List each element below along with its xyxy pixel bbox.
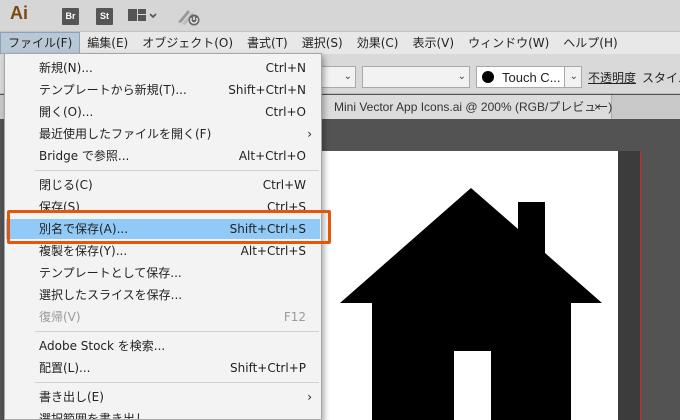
menu-item-save-copy[interactable]: 複製を保存(Y)... Alt+Ctrl+S xyxy=(6,241,320,261)
style-label[interactable]: スタイル xyxy=(642,69,680,86)
menu-view[interactable]: 表示(V) xyxy=(405,32,461,54)
submenu-arrow-icon: › xyxy=(307,390,312,404)
menu-item-label: テンプレートから新規(T)... xyxy=(39,83,187,97)
stock-button[interactable]: St xyxy=(96,8,113,25)
menu-item-search-adobe-stock[interactable]: Adobe Stock を検索... xyxy=(6,336,320,356)
menu-item-shortcut: Ctrl+W xyxy=(262,178,306,192)
menu-item-label: 書き出し(E) xyxy=(39,390,104,404)
application-bar: Ai Br St xyxy=(0,0,680,32)
menu-item-label: Bridge で参照... xyxy=(39,149,130,163)
menu-item-label: 最近使用したファイルを開く(F) xyxy=(39,127,212,141)
menu-item-save-selected-slices[interactable]: 選択したスライスを保存... xyxy=(6,285,320,305)
menu-item-label: 選択範囲を書き出し... xyxy=(39,412,159,420)
menu-edit[interactable]: 編集(E) xyxy=(80,32,135,54)
submenu-arrow-icon: › xyxy=(307,127,312,141)
menu-object[interactable]: オブジェクト(O) xyxy=(135,32,240,54)
menu-window[interactable]: ウィンドウ(W) xyxy=(461,32,556,54)
layout-grid-icon[interactable] xyxy=(128,8,158,27)
stroke-weight-select[interactable]: ⌄ xyxy=(318,66,356,88)
workspace-sync-icon[interactable] xyxy=(176,6,202,31)
menu-item-label: 新規(N)... xyxy=(39,61,93,75)
menu-select[interactable]: 選択(S) xyxy=(295,32,350,54)
menu-item-export-selection[interactable]: 選択範囲を書き出し... xyxy=(6,409,320,420)
opacity-label[interactable]: 不透明度 xyxy=(588,69,636,86)
chevron-down-icon: ⌄ xyxy=(569,71,578,82)
brush-dropdown-button[interactable]: ⌄ xyxy=(564,66,582,88)
menu-item-label: 複製を保存(Y)... xyxy=(39,244,128,258)
menu-item-shortcut: Shift+Ctrl+N xyxy=(228,83,306,97)
menu-item-open[interactable]: 開く(O)... Ctrl+O xyxy=(6,102,320,122)
bridge-button[interactable]: Br xyxy=(62,8,79,25)
close-icon[interactable]: × xyxy=(594,95,601,119)
menu-item-label: 復帰(V) xyxy=(39,310,81,324)
highlight-callout-box xyxy=(7,210,331,244)
menu-item-shortcut: Alt+Ctrl+O xyxy=(238,149,306,163)
menu-item-place[interactable]: 配置(L)... Shift+Ctrl+P xyxy=(6,358,320,378)
menu-item-new[interactable]: 新規(N)... Ctrl+N xyxy=(6,58,320,78)
menu-item-export[interactable]: 書き出し(E) › xyxy=(6,387,320,407)
menu-item-label: 開く(O)... xyxy=(39,105,94,119)
menu-item-revert: 復帰(V) F12 xyxy=(6,307,320,327)
chevron-down-icon: ⌄ xyxy=(343,71,352,82)
menu-bar: ファイル(F) 編集(E) オブジェクト(O) 書式(T) 選択(S) 効果(C… xyxy=(0,32,680,54)
menu-separator xyxy=(35,382,319,383)
brush-name: Touch C... xyxy=(502,69,561,85)
menu-help[interactable]: ヘルプ(H) xyxy=(556,32,624,54)
document-tab[interactable]: Mini Vector App Icons.ai @ 200% (RGB/プレビ… xyxy=(322,95,612,119)
menu-item-shortcut: Alt+Ctrl+S xyxy=(240,244,306,258)
menu-item-label: 選択したスライスを保存... xyxy=(39,288,183,302)
variable-width-select[interactable]: ⌄ xyxy=(362,66,470,88)
menu-item-browse-in-bridge[interactable]: Bridge で参照... Alt+Ctrl+O xyxy=(6,146,320,166)
menu-effect[interactable]: 効果(C) xyxy=(350,32,406,54)
menu-item-label: テンプレートとして保存... xyxy=(39,266,182,280)
menu-item-new-from-template[interactable]: テンプレートから新規(T)... Shift+Ctrl+N xyxy=(6,80,320,100)
menu-item-save-as-template[interactable]: テンプレートとして保存... xyxy=(6,263,320,283)
brush-dot-icon xyxy=(482,71,494,83)
illustrator-logo: Ai xyxy=(10,3,28,23)
chevron-down-icon: ⌄ xyxy=(457,71,466,82)
menu-item-shortcut: F12 xyxy=(283,310,306,324)
menu-item-close[interactable]: 閉じる(C) Ctrl+W xyxy=(6,175,320,195)
pasteboard-shadow xyxy=(618,151,640,420)
bleed-guide xyxy=(640,151,641,420)
menu-separator xyxy=(35,170,319,171)
menu-item-shortcut: Ctrl+O xyxy=(265,105,306,119)
menu-item-label: Adobe Stock を検索... xyxy=(39,339,166,353)
menu-item-label: 閉じる(C) xyxy=(39,178,93,192)
menu-item-shortcut: Ctrl+N xyxy=(265,61,306,75)
menu-separator xyxy=(35,331,319,332)
house-icon[interactable] xyxy=(340,185,602,420)
menu-item-shortcut: Shift+Ctrl+P xyxy=(230,361,306,375)
menu-item-open-recent[interactable]: 最近使用したファイルを開く(F) › xyxy=(6,124,320,144)
document-tab-title: Mini Vector App Icons.ai @ 200% (RGB/プレビ… xyxy=(334,100,613,114)
menu-item-label: 配置(L)... xyxy=(39,361,91,375)
menu-type[interactable]: 書式(T) xyxy=(240,32,295,54)
menu-file[interactable]: ファイル(F) xyxy=(0,32,81,54)
